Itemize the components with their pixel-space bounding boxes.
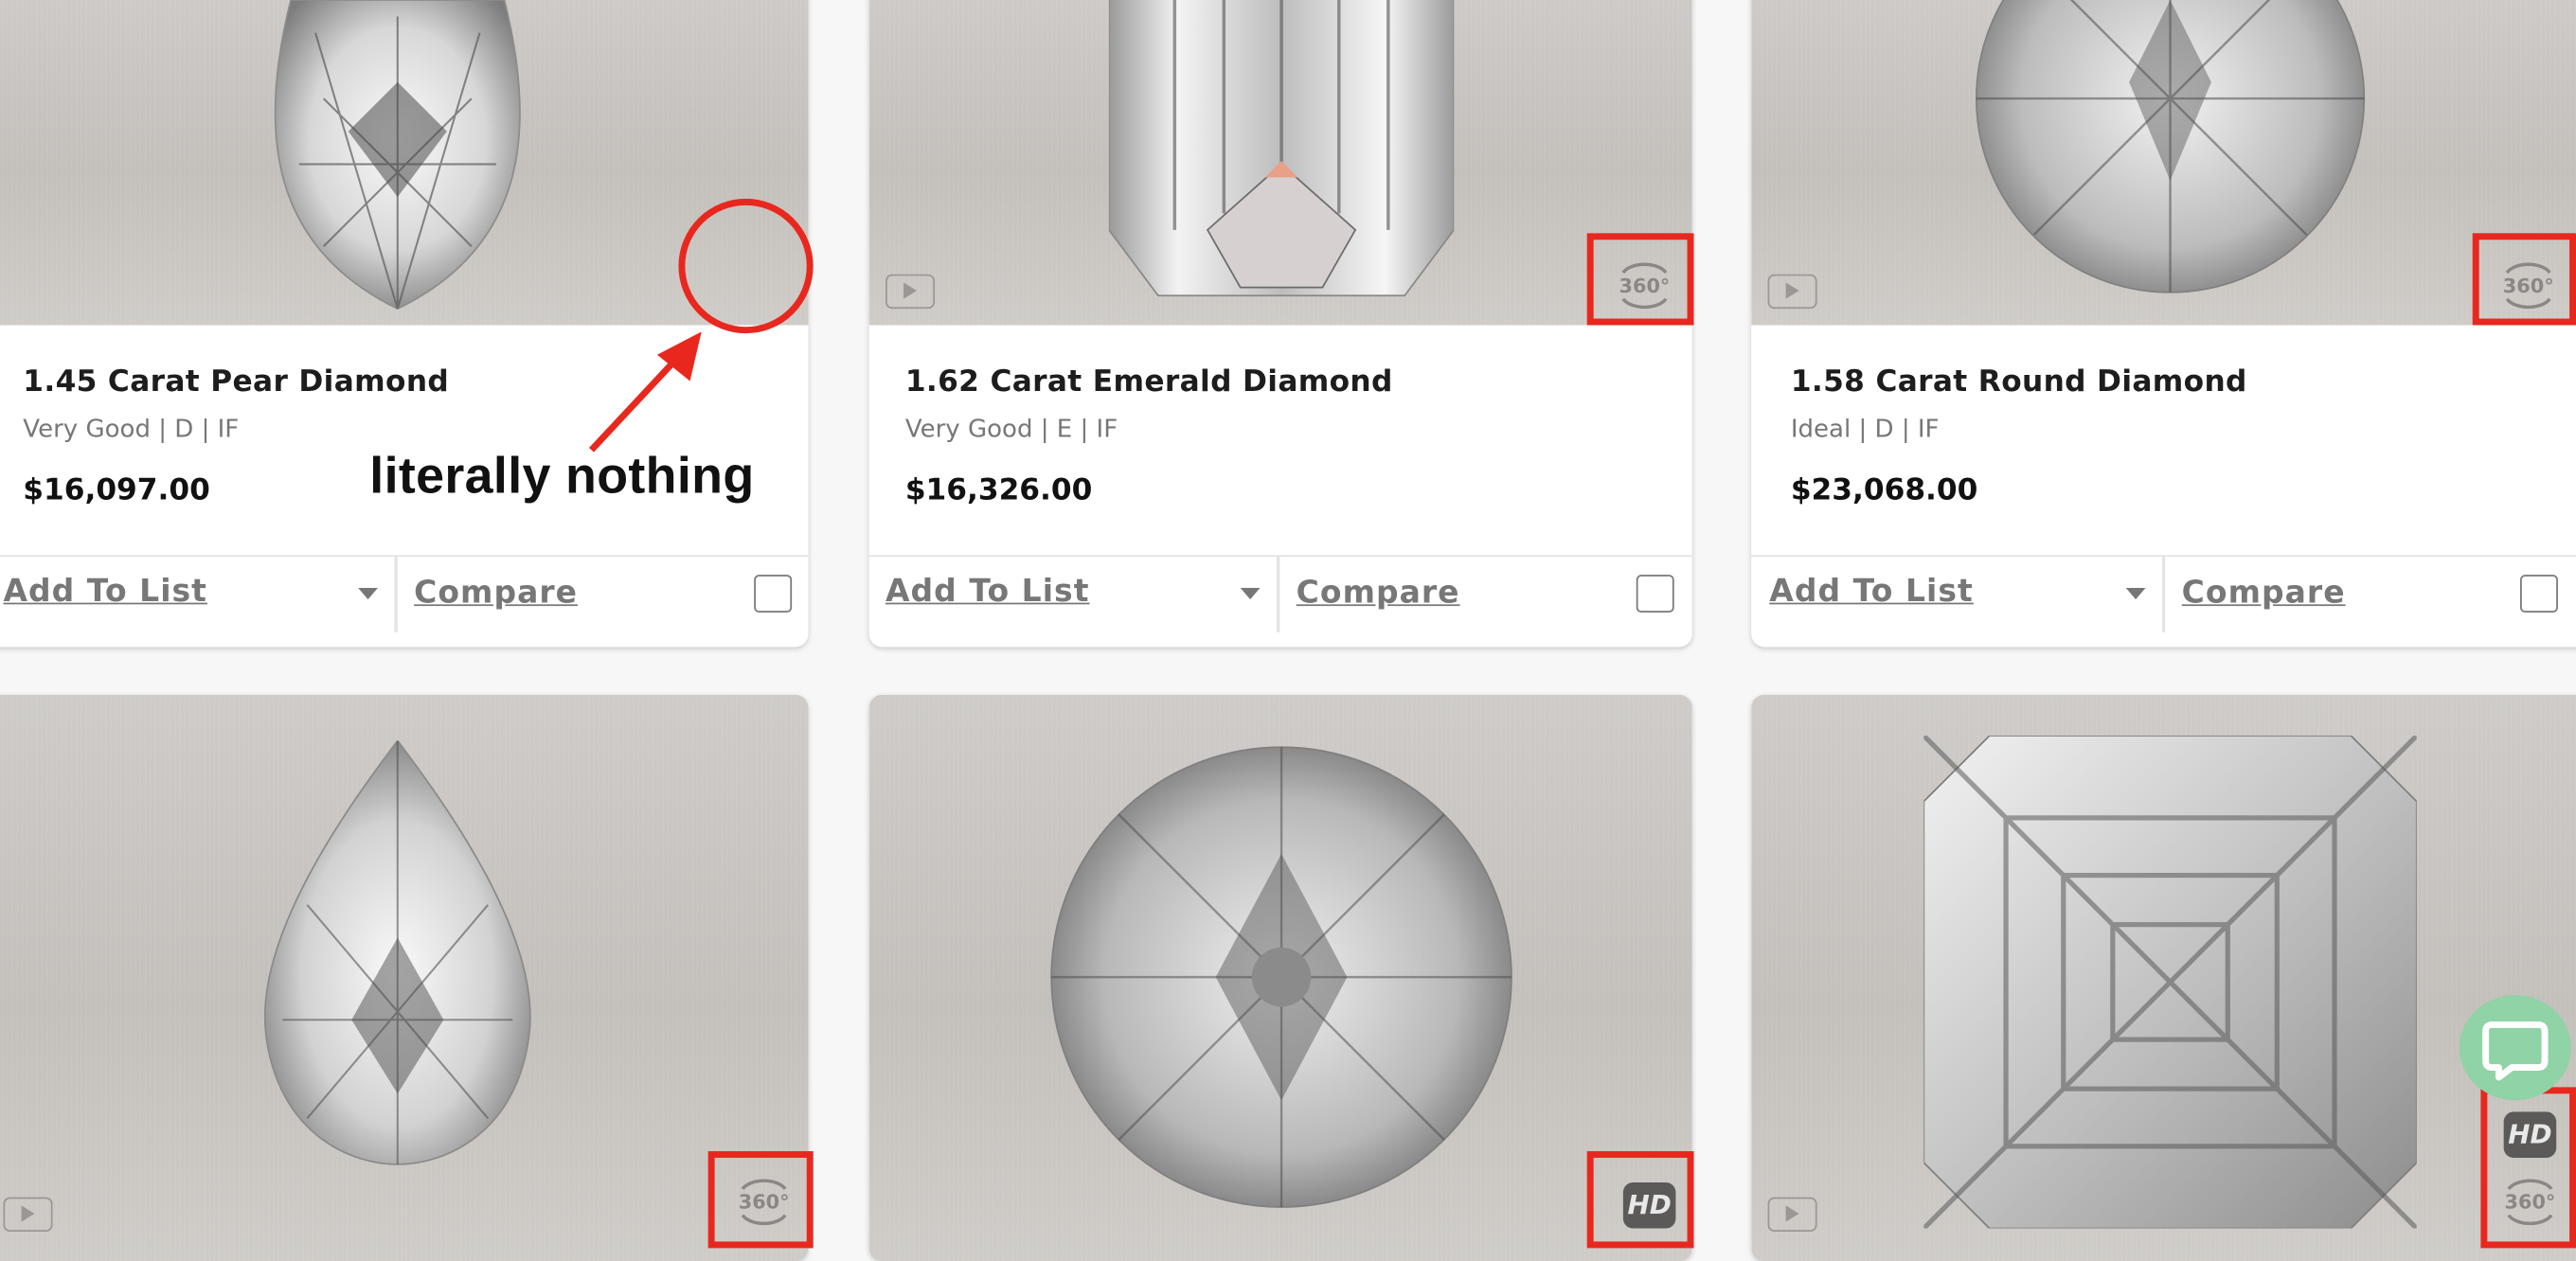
add-to-list-button[interactable]: Add To List [3, 573, 207, 609]
annotation-circle [678, 198, 814, 334]
round-diamond-image [1043, 739, 1519, 1216]
highlight-box-hd [1586, 1151, 1694, 1249]
product-price: $16,097.00 [23, 472, 210, 508]
highlight-box-360 [2472, 233, 2576, 326]
chat-icon[interactable] [2459, 995, 2571, 1101]
product-price: $16,326.00 [904, 472, 1093, 508]
product-image[interactable]: 360° [1751, 0, 2576, 326]
add-to-list-button[interactable]: Add To List [886, 573, 1090, 609]
product-image[interactable]: 360° [0, 694, 809, 1261]
product-card[interactable]: 360° 1.62 Carat Emerald Diamond Very Goo… [868, 0, 1692, 648]
caret-down-icon[interactable] [358, 588, 378, 600]
product-card[interactable]: 360° 1.58 Carat Round Diamond Ideal | D … [1751, 0, 2576, 648]
caret-down-icon[interactable] [2125, 588, 2146, 600]
product-specs: Very Good | D | IF [23, 414, 240, 444]
diamond-grid: 1.45 Carat Pear Diamond Very Good | D | … [0, 0, 2576, 1261]
highlight-box-360 [707, 1151, 814, 1249]
play-icon[interactable] [1767, 1197, 1817, 1233]
highlight-box-hd-360 [2480, 1087, 2576, 1249]
compare-link[interactable]: Compare [414, 575, 578, 611]
compare-link[interactable]: Compare [1297, 575, 1460, 611]
product-image[interactable]: HD [868, 694, 1692, 1261]
round-diamond-image [1965, 0, 2376, 295]
compare-checkbox[interactable] [2520, 575, 2558, 613]
product-image[interactable]: HD 360° [1751, 694, 2576, 1261]
product-specs: Very Good | E | IF [904, 414, 1118, 444]
product-card[interactable]: 360° [0, 694, 809, 1261]
product-title[interactable]: 1.45 Carat Pear Diamond [23, 364, 449, 399]
play-icon[interactable] [3, 1197, 53, 1233]
play-icon[interactable] [1767, 274, 1817, 310]
pear-diamond-image [250, 740, 546, 1167]
asscher-diamond-image [1923, 736, 2417, 1229]
divider [2161, 557, 2166, 632]
product-price: $23,068.00 [1790, 472, 1978, 508]
product-title[interactable]: 1.58 Carat Round Diamond [1791, 364, 2247, 399]
pear-diamond-image [250, 0, 546, 312]
play-icon[interactable] [886, 274, 936, 310]
product-title[interactable]: 1.62 Carat Emerald Diamond [905, 364, 1393, 399]
product-card[interactable]: HD [868, 694, 1692, 1261]
annotation-text: literally nothing [369, 446, 755, 505]
add-to-list-button[interactable]: Add To List [1769, 573, 1974, 609]
product-specs: Ideal | D | IF [1790, 414, 1940, 444]
caret-down-icon[interactable] [1240, 588, 1261, 600]
emerald-diamond-image [1108, 0, 1454, 304]
divider [394, 557, 398, 632]
compare-checkbox[interactable] [1636, 575, 1674, 613]
divider [1276, 557, 1280, 632]
product-card[interactable]: HD 360° [1751, 694, 2576, 1261]
compare-link[interactable]: Compare [2182, 575, 2346, 611]
product-image[interactable]: 360° [868, 0, 1692, 326]
highlight-box-360 [1586, 233, 1694, 326]
compare-checkbox[interactable] [754, 575, 793, 613]
